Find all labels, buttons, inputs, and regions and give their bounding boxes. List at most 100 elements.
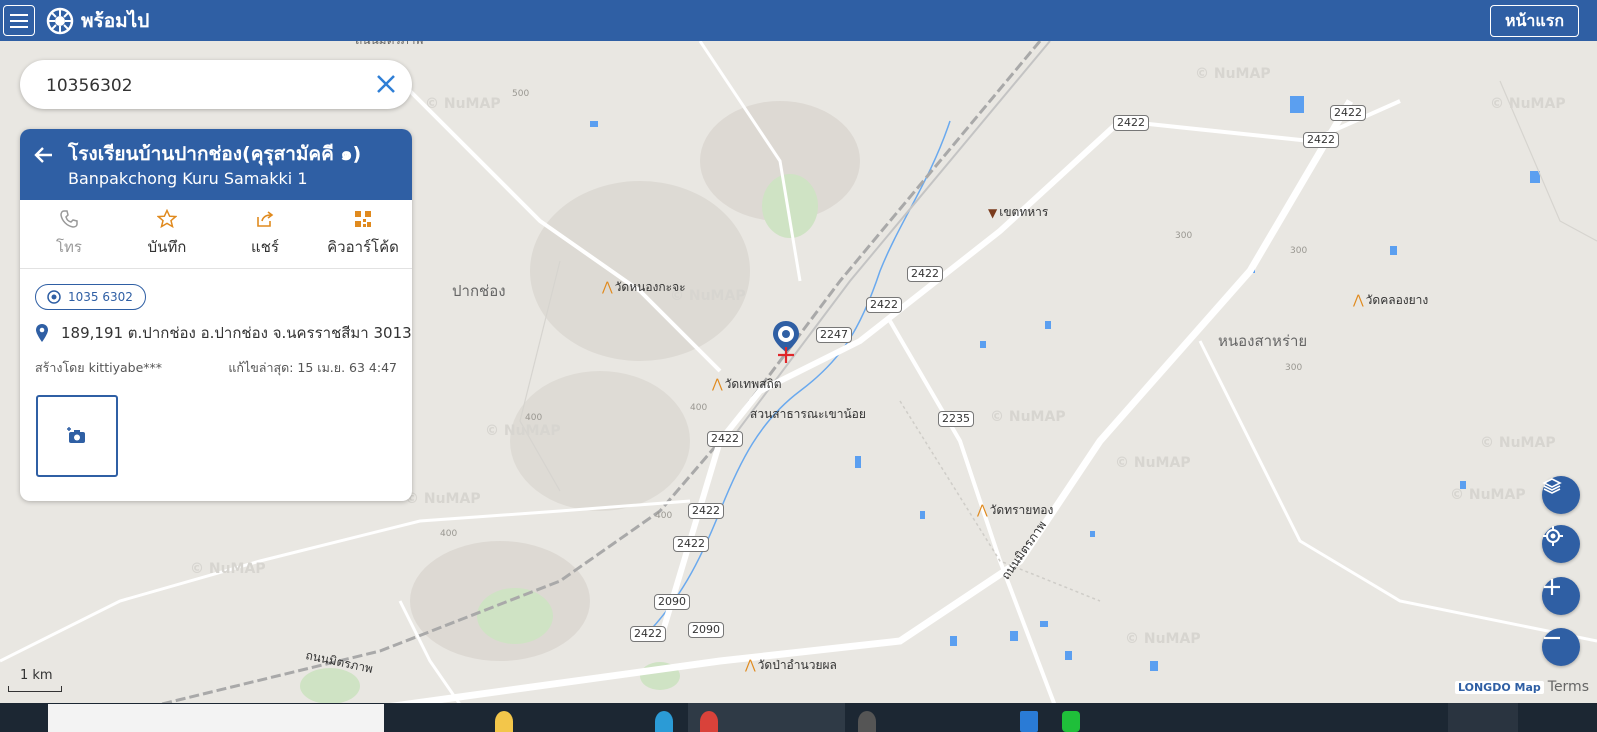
watermark: © NuMAP (405, 491, 481, 507)
layers-button[interactable] (1542, 476, 1580, 514)
route-shield: 2090 (688, 622, 724, 638)
qr-code-icon (355, 211, 371, 227)
longdo-logo[interactable]: LONGDO Map (1455, 680, 1544, 694)
route-shield: 2422 (1303, 132, 1339, 148)
route-shield: 2422 (707, 431, 743, 447)
share-button[interactable]: แชร์ (216, 200, 314, 268)
contour-label: 300 (1285, 363, 1303, 373)
add-photo-button[interactable] (36, 395, 118, 477)
clear-search-icon[interactable] (372, 70, 400, 98)
contour-label: 500 (512, 89, 530, 99)
logo-icon (46, 7, 74, 35)
location-pin-icon[interactable] (770, 319, 802, 365)
map-pin-icon (36, 324, 48, 342)
meta-row: สร้างโดย kittiyabe*** แก้ไขล่าสุด: 15 เม… (35, 358, 397, 378)
zoom-in-button[interactable] (1542, 577, 1580, 615)
logo-text: พร้อมไป (81, 10, 150, 32)
my-location-button[interactable] (1542, 525, 1580, 563)
os-taskbar (0, 703, 1597, 732)
watermark: © NuMAP (1125, 631, 1201, 647)
address-row: 189,191 ต.ปากช่อง อ.ปากช่อง จ.นครราชสีมา… (35, 321, 412, 345)
temple-poi[interactable]: ⋀ วัดป่าอำนวยผล (745, 656, 837, 675)
watermark: © NuMAP (1115, 455, 1191, 471)
action-bar: โทร บันทึก แชร์ คิวอาร์โค้ด (20, 200, 412, 269)
park-label: สวนสาธารณะเขาน้อย (750, 407, 866, 421)
line-app-icon[interactable] (1062, 711, 1080, 732)
address-text: 189,191 ต.ปากช่อง อ.ปากช่อง จ.นครราชสีมา… (61, 324, 412, 342)
contour-label: 400 (440, 529, 458, 539)
watermark: © NuMAP (1490, 96, 1566, 112)
call-button[interactable]: โทร (20, 200, 118, 268)
place-id-chip[interactable]: 1035 6302 (35, 284, 146, 310)
route-shield: 2422 (866, 297, 902, 313)
temple-icon: ⋀ (745, 658, 756, 673)
temple-icon: ⋀ (1353, 293, 1364, 308)
military-icon: ▼ (988, 205, 998, 220)
watermark: © NuMAP (485, 423, 561, 439)
route-shield: 2422 (630, 626, 666, 642)
save-button[interactable]: บันทึก (118, 200, 216, 268)
app-logo[interactable]: พร้อมไป (45, 6, 149, 36)
taskbar-app-icon[interactable] (858, 711, 876, 732)
area-label: ปากช่อง (452, 282, 506, 300)
watermark: © NuMAP (990, 409, 1066, 425)
place-title-thai: โรงเรียนบ้านปากช่อง(คุรุสามัคคี ๑) (68, 143, 362, 165)
taskbar-tray[interactable] (1448, 703, 1518, 732)
route-shield: 2422 (1330, 105, 1366, 121)
temple-icon: ⋀ (712, 377, 723, 392)
contour-label: 400 (690, 403, 708, 413)
last-edited: แก้ไขล่าสุด: 15 เม.ย. 63 4:47 (228, 360, 397, 375)
place-title-english: Banpakchong Kuru Samakki 1 (68, 169, 308, 188)
place-detail-panel: โรงเรียนบ้านปากช่อง(คุรุสามัคคี ๑) Banpa… (20, 129, 412, 501)
star-icon (157, 209, 177, 229)
road-name-label: ถนนมิตรภาพ (355, 41, 423, 50)
hamburger-menu-button[interactable] (3, 5, 35, 36)
temple-icon: ⋀ (977, 503, 988, 518)
scale-bar (8, 686, 62, 692)
panel-header: โรงเรียนบ้านปากช่อง(คุรุสามัคคี ๑) Banpa… (20, 129, 412, 200)
plus-icon (1544, 579, 1560, 595)
watermark: © NuMAP (190, 561, 266, 577)
temple-poi[interactable]: ⋀ วัดคลองยาง (1353, 291, 1428, 310)
temple-poi[interactable]: ⋀ วัดเทพสถิต (712, 375, 782, 394)
add-photo-icon (67, 427, 85, 443)
taskbar-app-icon[interactable] (1020, 711, 1038, 732)
route-shield: 2235 (938, 411, 974, 427)
top-bar: พร้อมไป หน้าแรก (0, 0, 1597, 41)
phone-icon (60, 210, 78, 228)
route-shield: 2422 (1113, 115, 1149, 131)
terms-link[interactable]: Terms (1548, 679, 1589, 695)
minus-icon (1544, 636, 1560, 640)
route-shield: 2422 (673, 536, 709, 552)
temple-poi[interactable]: ⋀ วัดหนองกะจะ (602, 278, 686, 297)
route-shield: 2422 (688, 503, 724, 519)
logo-small-icon (47, 290, 61, 304)
contour-label: 300 (1175, 231, 1193, 241)
file-explorer-icon[interactable] (495, 711, 513, 732)
zoom-out-button[interactable] (1542, 628, 1580, 666)
chrome-browser-icon[interactable] (700, 711, 718, 732)
layers-icon (1542, 478, 1562, 494)
search-box (20, 60, 412, 109)
contour-label: 300 (1290, 246, 1308, 256)
area-label: หนองสาหร่าย (1218, 332, 1308, 350)
scale-label: 1 km (20, 668, 53, 683)
watermark: © NuMAP (1450, 487, 1526, 503)
watermark: © NuMAP (1195, 66, 1271, 82)
contour-label: 400 (525, 413, 543, 423)
map-scale: 1 km (8, 668, 62, 692)
qr-code-button[interactable]: คิวอาร์โค้ด (314, 200, 412, 268)
share-icon (257, 211, 274, 227)
route-shield: 2090 (654, 594, 690, 610)
taskbar-search-field[interactable] (48, 704, 384, 732)
temple-poi[interactable]: ⋀ วัดทรายทอง (977, 501, 1053, 520)
crosshair-icon (1543, 526, 1563, 546)
home-button[interactable]: หน้าแรก (1489, 5, 1579, 37)
watermark: © NuMAP (425, 96, 501, 112)
search-input[interactable] (44, 72, 348, 100)
contour-label: 400 (655, 511, 673, 521)
map-attribution: LONGDO Map Terms (1455, 679, 1589, 695)
edge-browser-icon[interactable] (655, 711, 673, 732)
back-arrow-icon[interactable] (32, 143, 56, 167)
watermark: © NuMAP (1480, 435, 1556, 451)
